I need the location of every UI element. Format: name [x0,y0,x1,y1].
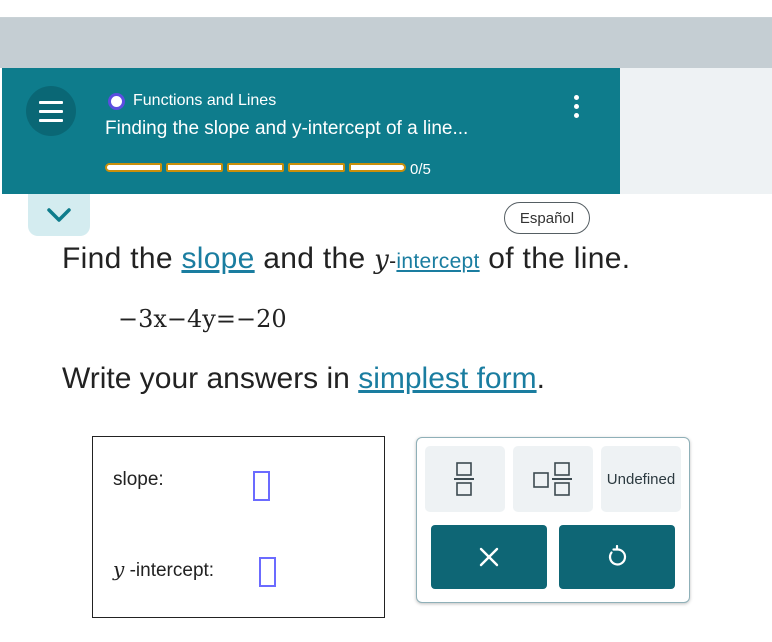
undefined-label: Undefined [606,470,676,488]
hamburger-icon-line [39,109,63,113]
y-intercept-input[interactable] [259,557,276,587]
hamburger-icon-line [39,100,63,104]
mixed-number-icon [533,462,572,496]
answer-box: slope: y -intercept: [92,436,385,618]
menu-button[interactable] [26,86,76,136]
y-variable: y [113,557,125,581]
slope-label: slope: [113,469,164,490]
fraction-icon [454,462,474,496]
progress-segment [166,163,223,172]
topic-name: Functions and Lines [133,92,277,109]
slope-input[interactable] [253,471,270,501]
clear-button[interactable] [431,525,547,589]
question-text-part: and the [254,242,375,275]
question-text: Find the slope and the y-intercept of th… [62,242,630,276]
lesson-title: Finding the slope and y-intercept of a l… [105,118,469,139]
instruction-text-part: . [536,362,545,395]
top-grey-band [0,18,772,68]
topic-status-icon [108,92,125,110]
simplest-form-link[interactable]: simplest form [358,362,536,395]
right-panel [620,68,772,194]
fraction-key[interactable] [425,446,505,512]
dot-icon [573,94,579,100]
hamburger-icon-line [39,118,63,122]
lesson-header: Functions and Lines Finding the slope an… [2,68,620,194]
y-variable: y [374,245,390,275]
chevron-down-icon [47,208,71,222]
dot-icon [573,103,579,109]
language-button[interactable]: Español [504,202,590,234]
collapse-header-button[interactable] [28,194,90,236]
undo-button[interactable] [559,525,675,589]
line-equation: −3x−4y=−20 [118,305,287,333]
progress-segment [105,163,162,172]
instruction-text: Write your answers in simplest form. [62,362,545,396]
progress-count: 0/5 [410,161,431,178]
math-keypad: Undefined [416,437,690,603]
progress-bar [105,163,406,172]
top-strip [0,0,772,18]
topic-row: Functions and Lines [108,92,276,110]
instruction-text-part: Write your answers in [62,362,359,395]
undefined-key[interactable]: Undefined [601,446,681,512]
more-options-button[interactable] [560,88,592,124]
progress-segment [349,163,406,172]
y-intercept-link[interactable]: intercept [396,250,479,273]
question-text-part: of the line. [479,242,631,275]
close-icon [479,547,499,567]
progress-segment [227,163,284,172]
undo-icon [608,545,627,566]
slope-link[interactable]: slope [181,242,254,275]
mixed-number-key[interactable] [513,446,593,512]
y-intercept-label: y -intercept: [113,557,214,582]
dot-icon [573,112,579,118]
progress-segment [288,163,345,172]
question-text-part: Find the [62,242,182,275]
intercept-label-text: -intercept: [124,560,215,581]
